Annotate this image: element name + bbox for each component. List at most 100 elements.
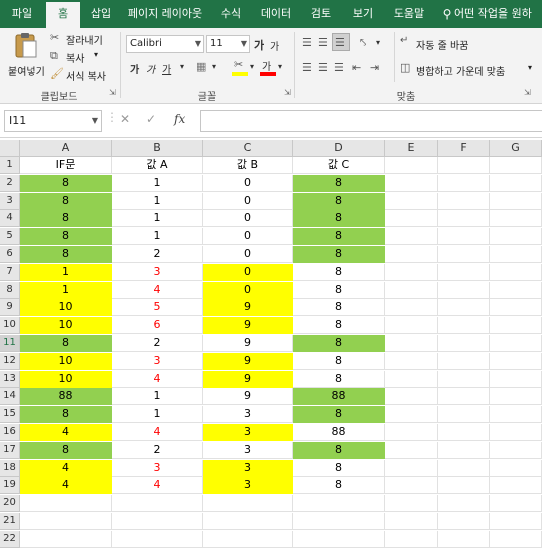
cell[interactable] <box>490 477 542 495</box>
chevron-down-icon[interactable]: ▾ <box>376 38 380 47</box>
cell[interactable] <box>438 263 490 281</box>
cell[interactable] <box>385 317 438 335</box>
cell[interactable]: 8 <box>293 317 385 335</box>
row-header[interactable]: 15 <box>0 406 20 424</box>
cell[interactable] <box>490 281 542 299</box>
font-size-select[interactable]: 11 ▼ <box>206 35 250 53</box>
cell[interactable]: 10 <box>20 352 112 370</box>
select-all-corner[interactable] <box>0 140 20 157</box>
cell[interactable] <box>385 263 438 281</box>
cell[interactable] <box>438 441 490 459</box>
cell[interactable]: 8 <box>293 335 385 352</box>
cell[interactable] <box>438 228 490 246</box>
cell[interactable] <box>490 335 542 352</box>
column-header-a[interactable]: A <box>20 140 112 157</box>
cell[interactable]: 8 <box>293 246 385 263</box>
name-box[interactable]: I11 ▼ <box>4 110 102 132</box>
tab-formulas[interactable]: 수식 <box>212 0 250 28</box>
borders-icon[interactable]: ▦ <box>196 60 206 73</box>
cell[interactable] <box>490 210 542 228</box>
cell[interactable]: 8 <box>293 441 385 459</box>
cell[interactable] <box>490 530 542 548</box>
cell[interactable] <box>385 246 438 263</box>
cell[interactable]: 8 <box>20 192 112 210</box>
formula-input[interactable] <box>200 110 542 132</box>
cell[interactable]: 8 <box>293 228 385 246</box>
cell[interactable]: 2 <box>112 441 203 459</box>
cell[interactable] <box>438 157 490 174</box>
cell[interactable] <box>438 406 490 424</box>
row-header[interactable]: 17 <box>0 441 20 459</box>
cell[interactable]: 88 <box>20 388 112 406</box>
cell[interactable]: 5 <box>112 299 203 317</box>
cell[interactable]: 9 <box>203 299 293 317</box>
cell[interactable]: 4 <box>20 459 112 477</box>
cell[interactable] <box>385 174 438 192</box>
cell[interactable] <box>293 513 385 530</box>
cell[interactable]: 8 <box>293 370 385 388</box>
cell[interactable] <box>385 352 438 370</box>
cell[interactable]: 0 <box>203 228 293 246</box>
chevron-down-icon[interactable]: ▾ <box>180 62 184 71</box>
decrease-indent-icon[interactable]: ⇤ <box>352 61 361 74</box>
row-header[interactable]: 11 <box>0 335 20 352</box>
cell[interactable]: 8 <box>293 210 385 228</box>
cell[interactable]: 88 <box>293 424 385 441</box>
cell[interactable] <box>385 210 438 228</box>
column-header-e[interactable]: E <box>385 140 438 157</box>
tab-help[interactable]: 도움말 <box>386 0 432 28</box>
chevron-down-icon[interactable]: ▾ <box>250 62 254 71</box>
cell[interactable] <box>385 495 438 513</box>
cell[interactable]: 8 <box>293 477 385 495</box>
cell[interactable] <box>438 281 490 299</box>
tab-home[interactable]: 홈 <box>46 2 80 28</box>
cell[interactable]: 0 <box>203 174 293 192</box>
cell[interactable]: IF문 <box>20 157 112 174</box>
tab-review[interactable]: 검토 <box>302 0 340 28</box>
cell[interactable] <box>20 530 112 548</box>
cell[interactable]: 2 <box>112 246 203 263</box>
align-middle-icon[interactable]: ☰ <box>318 36 328 49</box>
cell[interactable]: 88 <box>293 388 385 406</box>
row-header[interactable]: 6 <box>0 246 20 263</box>
cell[interactable] <box>438 299 490 317</box>
cell[interactable]: 8 <box>293 174 385 192</box>
column-header-d[interactable]: D <box>293 140 385 157</box>
cell[interactable]: 3 <box>203 477 293 495</box>
cell[interactable] <box>490 157 542 174</box>
row-header[interactable]: 9 <box>0 299 20 317</box>
tab-view[interactable]: 보기 <box>344 0 382 28</box>
cell[interactable] <box>385 370 438 388</box>
cell[interactable] <box>490 459 542 477</box>
column-header-f[interactable]: F <box>438 140 490 157</box>
cell[interactable] <box>438 317 490 335</box>
cell[interactable] <box>385 157 438 174</box>
cell[interactable]: 3 <box>203 424 293 441</box>
cell[interactable]: 값 A <box>112 157 203 174</box>
enter-icon[interactable]: ✓ <box>146 112 156 126</box>
cell[interactable] <box>438 210 490 228</box>
cell[interactable]: 10 <box>20 299 112 317</box>
cell[interactable] <box>385 459 438 477</box>
row-header[interactable]: 5 <box>0 228 20 246</box>
cell[interactable] <box>385 424 438 441</box>
paste-button[interactable]: 붙여넣기 <box>8 32 45 82</box>
cell[interactable]: 10 <box>20 317 112 335</box>
align-center-icon[interactable]: ☰ <box>318 61 328 74</box>
cell[interactable] <box>385 192 438 210</box>
column-header-g[interactable]: G <box>490 140 542 157</box>
cell[interactable] <box>385 530 438 548</box>
row-header[interactable]: 3 <box>0 192 20 210</box>
row-header[interactable]: 19 <box>0 477 20 495</box>
column-header-b[interactable]: B <box>112 140 203 157</box>
cell[interactable]: 8 <box>20 210 112 228</box>
cell[interactable] <box>438 513 490 530</box>
cell[interactable] <box>490 370 542 388</box>
cell[interactable] <box>490 228 542 246</box>
tell-me-search[interactable]: 어떤 작업을 원하 <box>454 0 542 28</box>
cell[interactable] <box>293 530 385 548</box>
cut-button[interactable]: ✂ 잘라내기 <box>50 30 120 47</box>
cell[interactable] <box>490 263 542 281</box>
chevron-down-icon[interactable]: ▾ <box>212 62 216 71</box>
cell[interactable]: 1 <box>112 210 203 228</box>
